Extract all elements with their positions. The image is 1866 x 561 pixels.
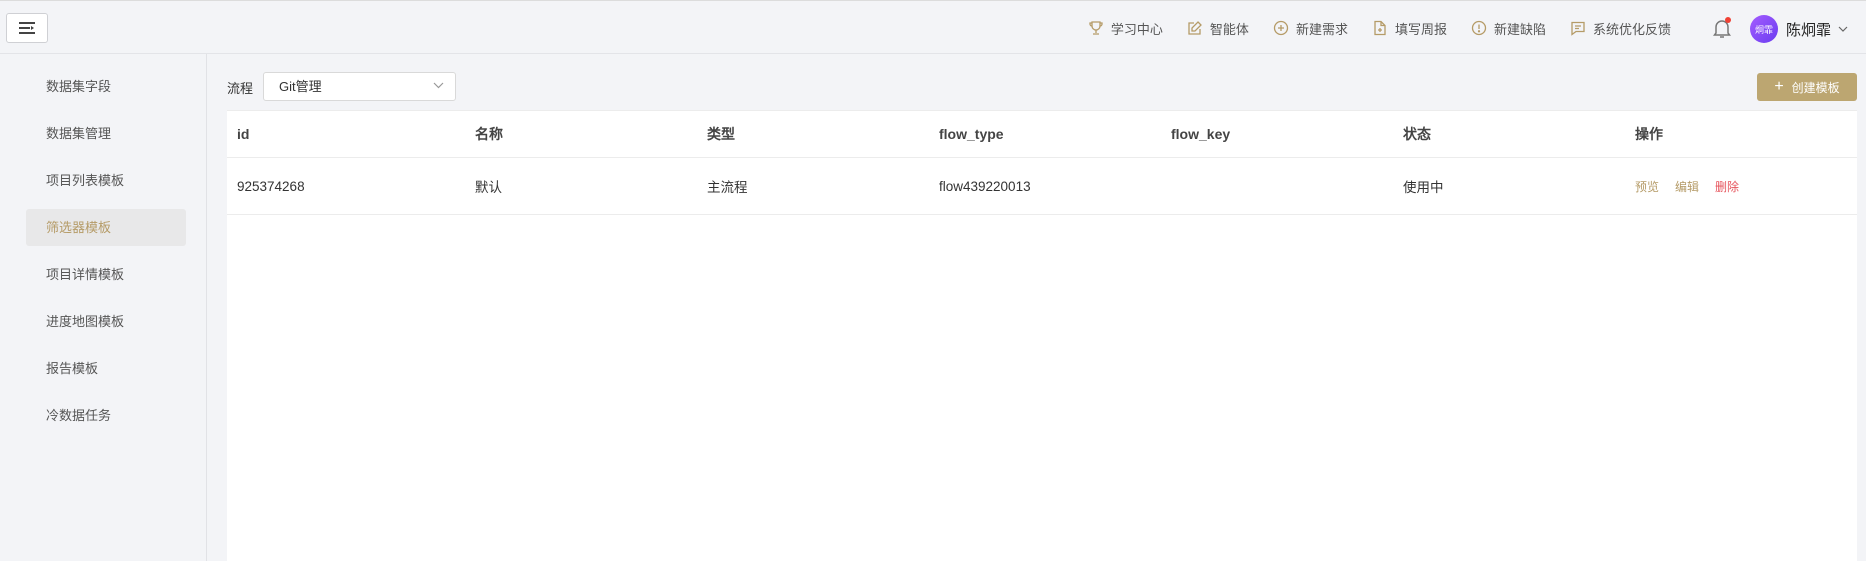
user-name: 陈炯霏 xyxy=(1786,21,1832,39)
nav-weekly-report[interactable]: 填写周报 xyxy=(1372,19,1447,38)
notification-dot xyxy=(1725,17,1731,23)
file-add-icon xyxy=(1374,20,1386,36)
menu-icon xyxy=(19,22,35,34)
nav-label: 智能体 xyxy=(1209,21,1249,37)
top-header: 学习中心 智能体 新建需求 填写周报 新建缺陷 系统优化反馈 炯霏 陈炯霏 xyxy=(0,0,1866,54)
nav-label: 系统优化反馈 xyxy=(1592,21,1671,37)
nav-feedback[interactable]: 系统优化反馈 xyxy=(1570,19,1671,38)
sidebar-item-filter-template[interactable]: 筛选器模板 xyxy=(26,209,186,246)
column-header-status: 状态 xyxy=(1403,126,1431,142)
sidebar-item-cold-data-task[interactable]: 冷数据任务 xyxy=(26,397,186,434)
cell-type: 主流程 xyxy=(707,180,748,195)
table-header-row: id 名称 类型 flow_type flow_key 状态 操作 xyxy=(227,111,1857,158)
notification-button[interactable] xyxy=(1710,16,1734,40)
plus-circle-icon xyxy=(1273,20,1289,36)
nav-label: 新建需求 xyxy=(1295,21,1348,37)
sidebar-item-dataset-management[interactable]: 数据集管理 xyxy=(26,115,186,152)
cell-name: 默认 xyxy=(475,180,502,195)
column-header-id: id xyxy=(237,126,250,142)
nav-new-requirement[interactable]: 新建需求 xyxy=(1273,19,1348,38)
flow-select[interactable]: Git管理 xyxy=(263,72,456,101)
create-template-button[interactable]: + 创建模板 xyxy=(1757,73,1857,101)
column-header-flow-key: flow_key xyxy=(1171,126,1231,142)
delete-link[interactable]: 删除 xyxy=(1715,178,1739,195)
nav-learning-center[interactable]: 学习中心 xyxy=(1088,19,1163,38)
preview-link[interactable]: 预览 xyxy=(1635,178,1659,195)
sidebar-item-dataset-fields[interactable]: 数据集字段 xyxy=(26,68,186,105)
template-table: id 名称 类型 flow_type flow_key 状态 操作 925374… xyxy=(227,110,1857,561)
alert-circle-icon xyxy=(1471,20,1487,36)
menu-toggle-button[interactable] xyxy=(6,13,48,43)
avatar: 炯霏 xyxy=(1750,15,1778,43)
edit-link[interactable]: 编辑 xyxy=(1675,178,1699,195)
nav-agent[interactable]: 智能体 xyxy=(1187,19,1249,38)
flow-filter-label: 流程 xyxy=(227,81,254,96)
header-nav: 学习中心 智能体 新建需求 填写周报 新建缺陷 系统优化反馈 xyxy=(1064,1,1671,55)
nav-label: 学习中心 xyxy=(1110,21,1163,37)
column-header-flow-type: flow_type xyxy=(939,126,1004,142)
sidebar-item-progress-map-template[interactable]: 进度地图模板 xyxy=(26,303,186,340)
create-template-label: 创建模板 xyxy=(1791,80,1840,95)
user-menu[interactable]: 炯霏 陈炯霏 xyxy=(1750,14,1848,44)
cell-actions: 预览 编辑 删除 xyxy=(1635,158,1755,214)
sidebar-item-project-list-template[interactable]: 项目列表模板 xyxy=(26,162,186,199)
sidebar-item-report-template[interactable]: 报告模板 xyxy=(26,350,186,387)
nav-label: 新建缺陷 xyxy=(1493,21,1546,37)
column-header-name: 名称 xyxy=(475,126,503,142)
edit-icon xyxy=(1188,21,1202,35)
cell-id: 925374268 xyxy=(237,178,305,194)
sidebar-item-project-detail-template[interactable]: 项目详情模板 xyxy=(26,256,186,293)
table-row: 925374268 默认 主流程 flow439220013 使用中 预览 编辑… xyxy=(227,158,1857,215)
nav-new-defect[interactable]: 新建缺陷 xyxy=(1471,19,1546,38)
chevron-down-icon xyxy=(1838,26,1848,32)
flow-select-value: Git管理 xyxy=(279,79,322,94)
trophy-icon xyxy=(1089,21,1103,35)
sidebar: 数据集字段 数据集管理 项目列表模板 筛选器模板 项目详情模板 进度地图模板 报… xyxy=(0,54,207,561)
message-icon xyxy=(1571,21,1585,36)
chevron-down-icon xyxy=(433,82,444,89)
column-header-type: 类型 xyxy=(707,126,735,142)
cell-status: 使用中 xyxy=(1403,180,1444,195)
cell-flow-type: flow439220013 xyxy=(939,178,1031,194)
column-header-actions: 操作 xyxy=(1635,126,1663,142)
nav-label: 填写周报 xyxy=(1394,21,1447,37)
plus-icon: + xyxy=(1774,78,1784,95)
